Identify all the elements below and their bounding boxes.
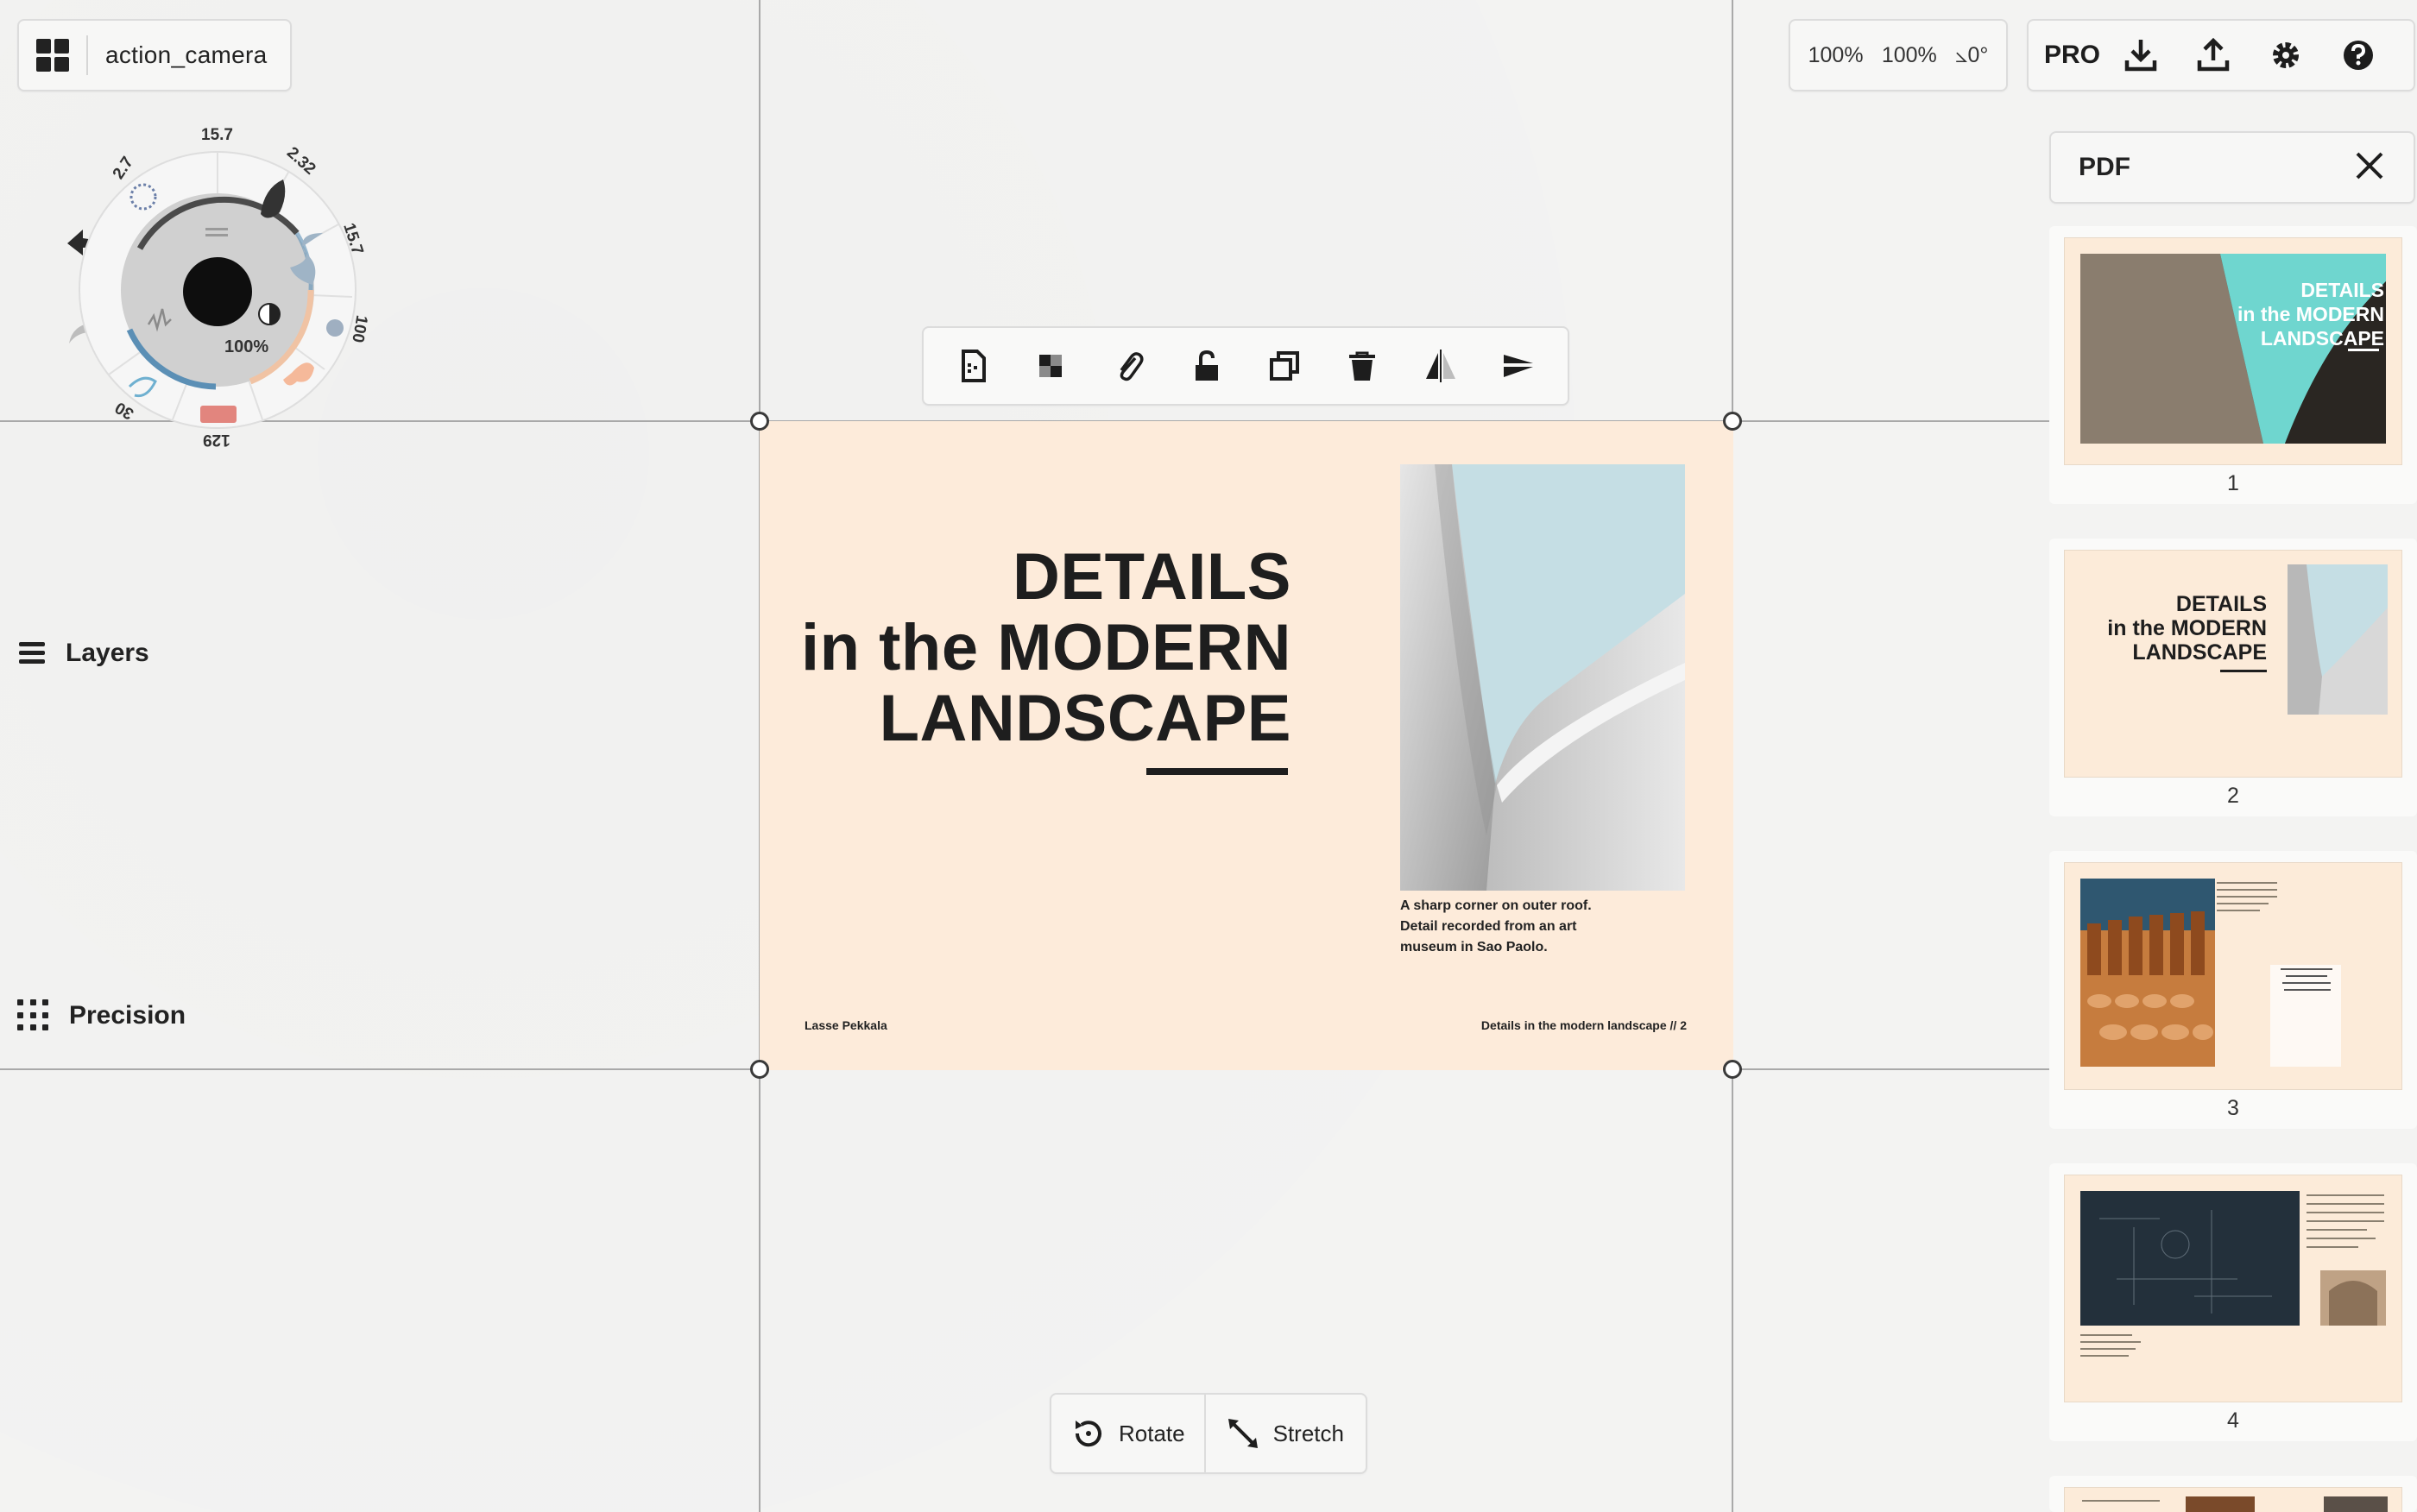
precision-label: Precision [69, 1001, 186, 1030]
stretch-label: Stretch [1272, 1420, 1344, 1446]
thumbnail-image: DETAILS in the MODERN LANDSCAPE [2065, 551, 2401, 777]
slide-title-rule [1146, 768, 1288, 775]
transform-mode-box: Rotate Stretch [1050, 1393, 1367, 1474]
help-button[interactable] [2322, 19, 2395, 91]
page-number: 1 [2227, 471, 2239, 495]
page-number: 2 [2227, 784, 2239, 808]
pdf-page-thumbnail[interactable]: 3 [2049, 851, 2417, 1129]
transform-readout[interactable]: 100% 100% ⦣0° [1789, 19, 2008, 91]
main-toolbar: PRO [2027, 19, 2415, 91]
slide-footer-page: Details in the modern landscape // 2 [1480, 1018, 1687, 1032]
wheel-label-bottom: 129 [203, 431, 230, 449]
resize-handle-top-left[interactable] [750, 412, 769, 431]
send-backward-icon [1503, 355, 1533, 377]
file-name[interactable]: action_camera [105, 41, 268, 69]
slide-photo [1400, 464, 1685, 891]
gallery-grid-icon[interactable] [36, 39, 69, 72]
precision-button[interactable]: Precision [17, 999, 186, 1032]
resize-handle-top-right[interactable] [1723, 412, 1742, 431]
slide-footer-author: Lasse Pekkala [805, 1018, 887, 1032]
rotation-readout[interactable]: ⦣0° [1955, 43, 1988, 68]
thumbnail-image: DETAILS in the MODERN LANDSCAPE [2065, 238, 2401, 464]
pdf-options-button[interactable] [938, 331, 1007, 400]
attach-button[interactable] [1095, 331, 1164, 400]
pdf-page-object[interactable]: DETAILS in the MODERN LANDSCAPE A sharp … [760, 421, 1733, 1070]
layers-label: Layers [66, 639, 149, 667]
transparency-button[interactable] [1016, 331, 1085, 400]
thumbnail-image [2065, 863, 2401, 1089]
pdf-page-thumbnail[interactable]: DETAILS in the MODERN LANDSCAPE 2 [2049, 539, 2417, 816]
thumbnail-image [2065, 1175, 2401, 1402]
opacity-readout: 100% [224, 337, 269, 356]
duplicate-button[interactable] [1250, 331, 1319, 400]
delete-button[interactable] [1328, 331, 1397, 400]
duplicate-icon [1270, 351, 1300, 381]
upload-icon [2197, 37, 2230, 72]
rotate-button[interactable]: Rotate [1051, 1395, 1204, 1472]
layers-button[interactable]: Layers [17, 639, 149, 668]
page-number: 4 [2227, 1408, 2239, 1433]
slide-title: DETAILS in the MODERN LANDSCAPE [800, 540, 1291, 755]
layers-icon [17, 640, 47, 666]
rotate-icon [1075, 1421, 1101, 1447]
settings-button[interactable] [2250, 19, 2322, 91]
import-button[interactable] [2105, 19, 2177, 91]
flip-button[interactable] [1406, 331, 1475, 400]
pdf-file-icon [962, 350, 987, 382]
gallery-file-box[interactable]: action_camera [17, 19, 292, 91]
pdf-page-thumbnail[interactable]: DETAILS in the MODERN LANDSCAPE 1 [2049, 226, 2417, 504]
send-backward-button[interactable] [1484, 331, 1553, 400]
lock-button[interactable] [1172, 331, 1241, 400]
scale-x-readout[interactable]: 100% [1808, 43, 1864, 68]
pdf-page-thumbnail[interactable]: 4 [2049, 1163, 2417, 1441]
pro-button[interactable]: PRO [2044, 41, 2105, 70]
wheel-label-top: 15.7 [201, 126, 233, 144]
close-icon [2356, 152, 2383, 179]
export-button[interactable] [2177, 19, 2250, 91]
thumbnail-title: DETAILS in the MODERN LANDSCAPE [2107, 592, 2267, 665]
brush-tool-wheel[interactable]: 15.7 2.32 15.7 100 129 30 2.7 100% [78, 119, 388, 449]
close-pdf-panel-button[interactable] [2353, 149, 2386, 186]
resize-handle-bottom-right[interactable] [1723, 1060, 1742, 1079]
stretch-icon [1227, 1419, 1258, 1448]
rotate-label: Rotate [1119, 1420, 1185, 1446]
paperclip-icon [1120, 352, 1144, 381]
page-number: 3 [2227, 1096, 2239, 1120]
checkerboard-icon [1039, 355, 1063, 377]
flip-horizontal-icon [1425, 350, 1455, 382]
trash-icon [1349, 351, 1376, 381]
gear-icon [2273, 42, 2299, 68]
resize-handle-bottom-left[interactable] [750, 1060, 769, 1079]
thumbnail-title: DETAILS in the MODERN LANDSCAPE [2237, 279, 2384, 350]
divider [86, 35, 88, 75]
scale-y-readout[interactable]: 100% [1882, 43, 1937, 68]
pdf-page-thumbnail[interactable] [2049, 1476, 2417, 1512]
precision-grid-icon [17, 999, 50, 1032]
pdf-panel-header: PDF [2049, 131, 2415, 204]
pdf-panel-title: PDF [2079, 153, 2130, 181]
help-icon [2344, 41, 2373, 70]
stretch-button[interactable]: Stretch [1206, 1395, 1363, 1472]
unlock-icon [1195, 350, 1218, 381]
slide-caption: A sharp corner on outer roof. Detail rec… [1400, 898, 1592, 954]
download-icon [2124, 40, 2157, 72]
thumbnail-image [2065, 1488, 2401, 1512]
object-toolbar [922, 326, 1569, 406]
